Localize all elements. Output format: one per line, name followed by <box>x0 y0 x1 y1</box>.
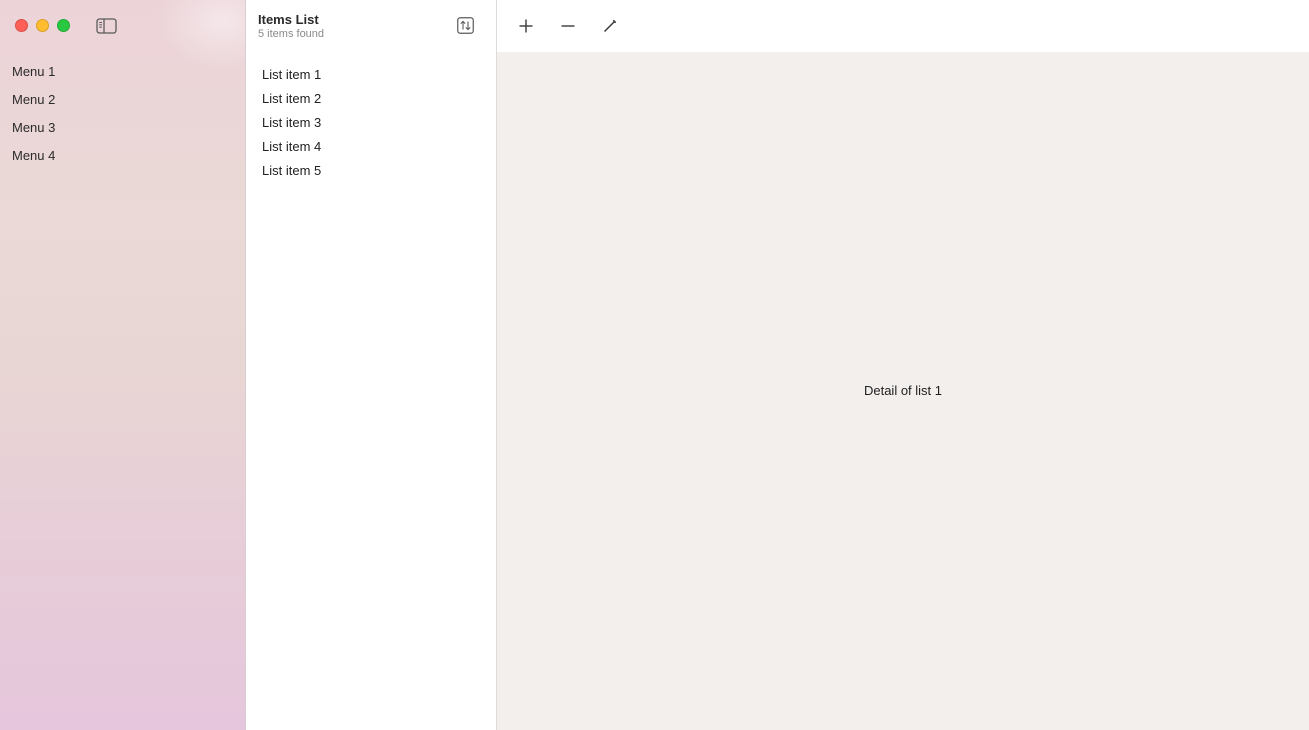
close-window-button[interactable] <box>15 19 28 32</box>
list-item[interactable]: List item 5 <box>246 158 496 182</box>
sidebar-item-label: Menu 4 <box>12 148 56 163</box>
minus-icon <box>561 25 575 27</box>
list-item-count: 5 items found <box>258 28 325 40</box>
sidebar-item-menu-3[interactable]: Menu 3 <box>0 114 245 142</box>
pencil-icon <box>603 19 617 33</box>
items-list-panel: Items List 5 items found List item 1 Lis… <box>246 0 497 730</box>
list-item-label: List item 4 <box>262 138 322 154</box>
sidebar: Menu 1 Menu 2 Menu 3 Menu 4 <box>0 0 246 730</box>
list-item-label: List item 5 <box>262 162 322 178</box>
sort-arrows-icon <box>457 17 474 34</box>
list-item[interactable]: List item 1 <box>246 62 496 86</box>
detail-text: Detail of list 1 <box>863 383 943 398</box>
sidebar-item-label: Menu 3 <box>12 120 56 135</box>
items-list: List item 1 List item 2 List item 3 List… <box>246 62 496 182</box>
remove-button[interactable] <box>557 15 579 37</box>
list-item-label: List item 1 <box>262 66 322 82</box>
app-window: Menu 1 Menu 2 Menu 3 Menu 4 Items List 5… <box>0 0 1309 730</box>
edit-button[interactable] <box>599 15 621 37</box>
minimize-window-button[interactable] <box>36 19 49 32</box>
list-title: Items List <box>258 12 319 27</box>
detail-panel: Detail of list 1 <box>497 0 1309 730</box>
sort-button[interactable] <box>457 17 474 34</box>
list-item-label: List item 3 <box>262 114 322 130</box>
zoom-window-button[interactable] <box>57 19 70 32</box>
sidebar-toggle-button[interactable] <box>96 17 117 34</box>
sidebar-item-menu-1[interactable]: Menu 1 <box>0 58 245 86</box>
list-item-label: List item 2 <box>262 90 322 106</box>
sidebar-item-menu-2[interactable]: Menu 2 <box>0 86 245 114</box>
sidebar-toggle-icon <box>96 17 117 34</box>
sidebar-item-label: Menu 2 <box>12 92 56 107</box>
sidebar-menu: Menu 1 Menu 2 Menu 3 Menu 4 <box>0 58 245 170</box>
list-item[interactable]: List item 3 <box>246 110 496 134</box>
sidebar-item-menu-4[interactable]: Menu 4 <box>0 142 245 170</box>
detail-toolbar <box>497 0 1309 52</box>
plus-icon <box>519 19 533 33</box>
add-button[interactable] <box>515 15 537 37</box>
window-controls <box>15 19 70 32</box>
list-item[interactable]: List item 4 <box>246 134 496 158</box>
sidebar-item-label: Menu 1 <box>12 64 56 79</box>
list-item[interactable]: List item 2 <box>246 86 496 110</box>
